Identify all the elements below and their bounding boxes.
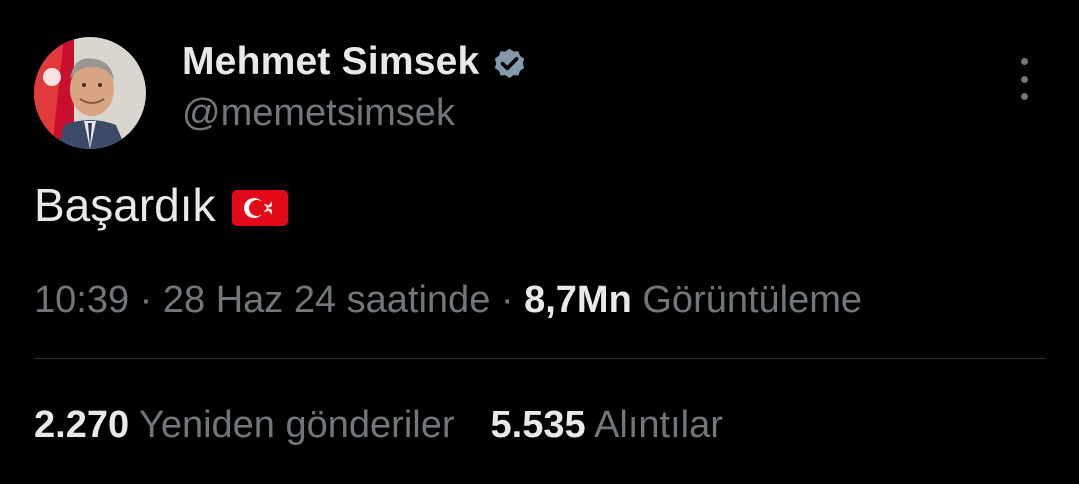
tweet-meta: 10:39 · 28 Haz 24 saatinde · 8,7Mn Görün… [34, 279, 862, 322]
tweet-text-content: Başardık [34, 179, 216, 231]
reposts-stat[interactable]: 2.270 Yeniden gönderiler [34, 404, 455, 447]
meta-separator: · [139, 279, 153, 321]
author-display-name[interactable]: Mehmet Simsek [182, 40, 479, 84]
more-dot [1020, 58, 1028, 65]
quotes-count: 5.535 [490, 404, 586, 446]
tweet-time[interactable]: 10:39 [34, 279, 129, 321]
more-dot [1020, 93, 1028, 100]
more-dot [1020, 75, 1028, 83]
turkish-flag-icon [231, 185, 288, 226]
meta-separator: · [500, 279, 514, 321]
author-handle[interactable]: @memetsimsek [182, 92, 455, 135]
verified-badge-icon[interactable] [491, 44, 528, 81]
avatar[interactable] [34, 37, 146, 149]
views-count: 8,7Mn [524, 279, 632, 321]
tweet-date[interactable]: 28 Haz 24 saatinde [163, 279, 490, 321]
tweet-text: Başardık [34, 178, 288, 232]
tweet-stats: 2.270 Yeniden gönderiler 5.535 Alıntılar [34, 404, 723, 447]
quotes-stat[interactable]: 5.535 Alıntılar [491, 404, 723, 447]
reposts-label: Yeniden gönderiler [138, 404, 455, 446]
author-name-row: Mehmet Simsek [182, 40, 528, 84]
more-options-icon[interactable] [1008, 58, 1040, 100]
views-label: Görüntüleme [642, 279, 863, 321]
reposts-count: 2.270 [34, 404, 130, 446]
avatar-image [34, 37, 146, 149]
divider [34, 358, 1046, 359]
quotes-label: Alıntılar [594, 404, 723, 446]
